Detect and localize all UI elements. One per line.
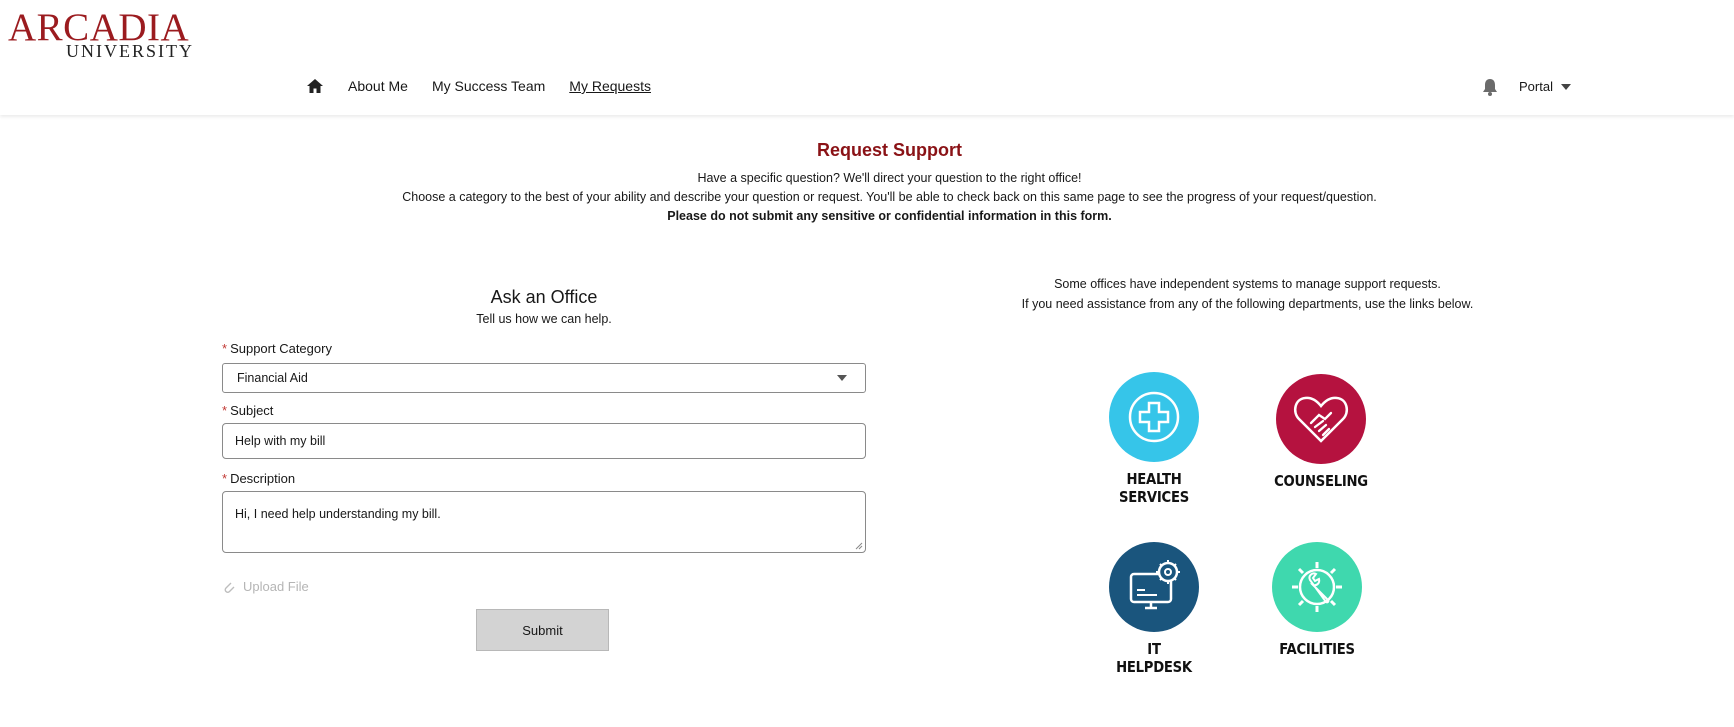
it-helpdesk-label: IT HELPDESK — [1116, 640, 1192, 676]
offices-intro-line-1: Some offices have independent systems to… — [1054, 277, 1441, 291]
resize-grip-icon[interactable] — [855, 542, 863, 550]
intro-line-2: Choose a category to the best of your ab… — [402, 190, 1377, 204]
nav-my-requests[interactable]: My Requests — [569, 78, 651, 94]
support-category-select[interactable]: Financial Aid — [222, 363, 866, 393]
medical-cross-icon — [1109, 372, 1199, 462]
page-title: Request Support — [816, 140, 962, 160]
submit-button[interactable]: Submit — [476, 609, 609, 651]
offices-intro: Some offices have independent systems to… — [960, 274, 1535, 314]
description-label-text: Description — [230, 471, 296, 486]
description-textarea[interactable]: Hi, I need help understanding my bill. — [222, 491, 866, 553]
ask-office-form: Ask an Office Tell us how we can help. *… — [222, 287, 866, 651]
health-services-label: HEALTH SERVICES — [1119, 470, 1189, 506]
upload-file-label: Upload File — [243, 579, 309, 594]
support-category-label-text: Support Category — [230, 341, 332, 356]
counseling-link[interactable]: COUNSELING — [1264, 374, 1378, 490]
support-category-label: * Support Category — [222, 341, 866, 357]
subject-label-text: Subject — [230, 403, 274, 418]
top-navigation-bar: ARCADIA UNIVERSITY About Me My Success T… — [0, 0, 1734, 115]
form-subtitle: Tell us how we can help. — [476, 312, 612, 326]
intro-line-1: Have a specific question? We'll direct y… — [697, 171, 1082, 185]
logo-subtext: UNIVERSITY — [66, 41, 194, 61]
form-title: Ask an Office — [490, 287, 598, 307]
computer-gear-icon — [1109, 542, 1199, 632]
description-label: * Description — [222, 471, 866, 487]
intro-warning: Please do not submit any sensitive or co… — [667, 209, 1112, 223]
required-marker: * — [222, 403, 228, 418]
main-nav: About Me My Success Team My Requests — [306, 78, 675, 94]
facilities-label: FACILITIES — [1279, 640, 1355, 658]
portal-menu[interactable]: Portal — [1519, 79, 1571, 94]
gear-wrench-icon — [1272, 542, 1362, 632]
nav-about-me[interactable]: About Me — [348, 78, 408, 94]
subject-label: * Subject — [222, 403, 866, 419]
nav-my-success-team[interactable]: My Success Team — [432, 78, 545, 94]
portal-label: Portal — [1519, 79, 1553, 94]
chevron-down-icon — [1560, 83, 1571, 90]
bell-icon[interactable] — [1480, 77, 1500, 97]
health-services-link[interactable]: HEALTH SERVICES — [1097, 372, 1211, 506]
chevron-down-icon — [837, 375, 847, 381]
it-helpdesk-link[interactable]: IT HELPDESK — [1097, 542, 1211, 676]
required-marker: * — [222, 471, 228, 486]
description-value: Hi, I need help understanding my bill. — [235, 507, 441, 521]
arcadia-logo[interactable]: ARCADIA UNIVERSITY — [8, 8, 213, 64]
facilities-link[interactable]: FACILITIES — [1260, 542, 1374, 658]
offices-intro-line-2: If you need assistance from any of the f… — [1021, 297, 1474, 311]
heart-handshake-icon — [1276, 374, 1366, 464]
required-marker: * — [222, 341, 228, 356]
counseling-label: COUNSELING — [1274, 472, 1368, 490]
paperclip-icon — [224, 582, 235, 593]
support-category-value: Financial Aid — [237, 371, 308, 385]
request-support-intro: Request Support Have a specific question… — [0, 140, 1734, 226]
subject-input[interactable]: Help with my bill — [222, 423, 866, 459]
upload-file-button[interactable]: Upload File — [222, 579, 866, 594]
home-icon[interactable] — [306, 78, 324, 94]
